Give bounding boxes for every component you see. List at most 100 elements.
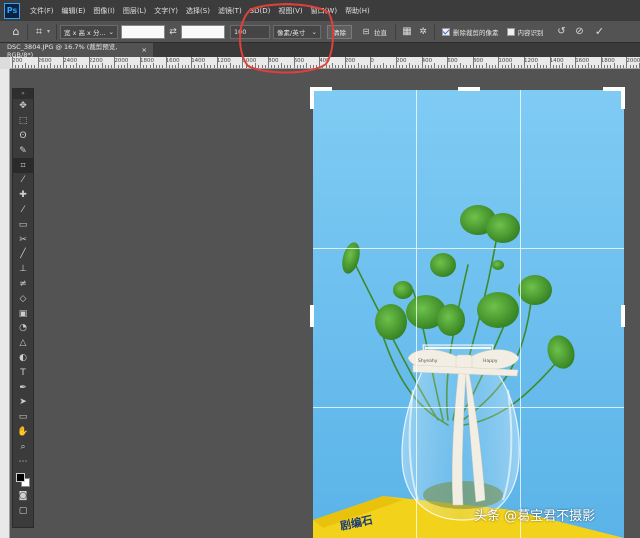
- ruler-tick: [191, 57, 193, 68]
- home-icon[interactable]: ⌂: [8, 24, 24, 40]
- photoshop-logo-icon: Ps: [4, 2, 20, 19]
- lasso-tool-icon[interactable]: ʘ: [13, 129, 33, 144]
- blur-tool-icon[interactable]: ◔: [13, 321, 33, 336]
- crop-tool-preset-icon[interactable]: ⌗: [31, 24, 47, 40]
- ruler-tick: [348, 65, 349, 68]
- ruler-tick: [616, 65, 618, 68]
- quick-mask-icon[interactable]: ◙: [13, 489, 33, 504]
- ruler-tick: [540, 65, 541, 68]
- zoom-tool-icon[interactable]: ⌕: [13, 439, 33, 454]
- ruler-tick: [632, 65, 634, 68]
- ruler-tick: [456, 65, 458, 68]
- stamp-tool-icon[interactable]: ⊥: [13, 262, 33, 277]
- menu-image[interactable]: 图像(I): [89, 6, 119, 16]
- crop-ratio-select[interactable]: 宽 x 高 x 分... ⌄: [60, 24, 118, 39]
- healing-brush-tool-icon[interactable]: ✚: [13, 188, 33, 203]
- image-canvas[interactable]: 剧编石 Shyeahy Happy: [313, 90, 624, 538]
- menu-select[interactable]: 选择(S): [182, 6, 214, 16]
- brush-tool-icon-2[interactable]: ╱: [13, 247, 33, 262]
- crop-tool-icon[interactable]: ⌗: [13, 158, 33, 173]
- menu-layer[interactable]: 图层(L): [119, 6, 150, 16]
- document-tab[interactable]: DSC_3804.JPG @ 16.7% (裁剪预览, RGB/8*) ×: [0, 43, 153, 59]
- dodge-tool-icon[interactable]: ◐: [13, 351, 33, 366]
- chevron-down-icon[interactable]: ▾: [47, 28, 53, 35]
- reset-icon[interactable]: ↺: [554, 24, 570, 40]
- crop-handle-right-center[interactable]: [621, 305, 625, 327]
- height-input[interactable]: [181, 24, 225, 39]
- crop-handle-left-center[interactable]: [310, 305, 314, 327]
- marquee-tool-icon[interactable]: ⬚: [13, 114, 33, 129]
- ruler-tick: [511, 63, 513, 68]
- ruler-tick: [610, 65, 612, 68]
- ruler-tick: [549, 57, 551, 68]
- gear-icon[interactable]: ✲: [415, 24, 431, 40]
- ruler-tick: [460, 63, 461, 68]
- checkbox-checked-icon[interactable]: [442, 27, 450, 36]
- ruler-tick: [559, 65, 561, 68]
- vertical-ruler[interactable]: [0, 69, 10, 538]
- ruler-tick: [485, 63, 487, 68]
- ruler-tick: [92, 65, 93, 68]
- quick-select-tool-icon[interactable]: ✎: [13, 143, 33, 158]
- ruler-tick: [479, 65, 481, 68]
- overlay-grid-icon[interactable]: ▦: [399, 24, 415, 40]
- straighten-icon[interactable]: ⊟: [358, 24, 374, 40]
- ruler-tick: [159, 65, 161, 68]
- ruler-label: 600: [447, 58, 458, 64]
- menu-file[interactable]: 文件(F): [26, 6, 58, 16]
- ruler-tick: [226, 65, 228, 68]
- delete-cropped-checkbox[interactable]: 删除裁剪的像素: [442, 27, 499, 37]
- hand-tool-icon[interactable]: ✋: [13, 425, 33, 440]
- sharpen-tool-icon[interactable]: △: [13, 336, 33, 351]
- color-swatches[interactable]: [13, 469, 33, 489]
- ruler-tick: [568, 65, 570, 68]
- ruler-tick: [98, 65, 100, 68]
- menu-edit[interactable]: 编辑(E): [58, 6, 90, 16]
- close-icon[interactable]: ×: [142, 46, 147, 54]
- ruler-tick: [18, 65, 20, 68]
- gradient-tool-icon[interactable]: ▣: [13, 306, 33, 321]
- ruler-tick: [424, 65, 426, 68]
- menu-type[interactable]: 文字(Y): [150, 6, 182, 16]
- clone-stamp-tool-icon[interactable]: ▭: [13, 217, 33, 232]
- eyedropper-tool-icon[interactable]: ⁄: [13, 173, 33, 188]
- foreground-color-swatch[interactable]: [16, 472, 25, 482]
- pen-tool-icon[interactable]: ✒: [13, 380, 33, 395]
- move-tool-icon[interactable]: ✥: [13, 99, 33, 114]
- art-history-brush-icon[interactable]: ≠: [13, 277, 33, 292]
- width-input[interactable]: [121, 24, 165, 39]
- crop-grid-line: [520, 90, 521, 538]
- ruler-tick: [216, 57, 218, 68]
- ruler-tick: [396, 57, 397, 68]
- ruler-tick: [357, 63, 359, 68]
- ruler-tick: [565, 65, 567, 68]
- crop-handle-top-center[interactable]: [458, 87, 480, 91]
- rectangle-tool-icon[interactable]: ▭: [13, 410, 33, 425]
- crop-handle-top-left-v[interactable]: [310, 87, 314, 109]
- straighten-label[interactable]: 拉直: [374, 27, 387, 37]
- type-tool-icon[interactable]: T: [13, 365, 33, 380]
- menu-help[interactable]: 帮助(H): [341, 6, 374, 16]
- crop-handle-top-right-v[interactable]: [621, 87, 625, 109]
- ruler-tick: [12, 57, 13, 68]
- ruler-tick: [165, 57, 167, 68]
- history-brush-tool-icon[interactable]: ✂: [13, 232, 33, 247]
- divider: [56, 23, 57, 40]
- content-aware-checkbox[interactable]: 内容识别: [506, 27, 544, 37]
- swap-dimensions-icon[interactable]: ⇄: [165, 24, 181, 40]
- more-tools-icon[interactable]: ⋯: [13, 454, 33, 469]
- ruler-tick: [120, 65, 122, 68]
- checkbox-unchecked-icon[interactable]: [506, 27, 515, 36]
- ruler-tick: [591, 65, 593, 68]
- eraser-tool-icon[interactable]: ◇: [13, 291, 33, 306]
- path-selection-tool-icon[interactable]: ➤: [13, 395, 33, 410]
- panel-collapse-icon[interactable]: »: [13, 89, 33, 99]
- photo-image: 剧编石 Shyeahy Happy: [313, 90, 624, 538]
- cancel-icon[interactable]: ⊘: [572, 24, 588, 40]
- ruler-tick: [389, 65, 391, 68]
- brush-tool-icon[interactable]: ⁄: [13, 203, 33, 218]
- ruler-tick: [175, 65, 177, 68]
- commit-checkmark-icon[interactable]: ✓: [592, 24, 608, 40]
- screen-mode-icon[interactable]: ▢: [13, 504, 33, 519]
- ruler-tick: [562, 63, 564, 68]
